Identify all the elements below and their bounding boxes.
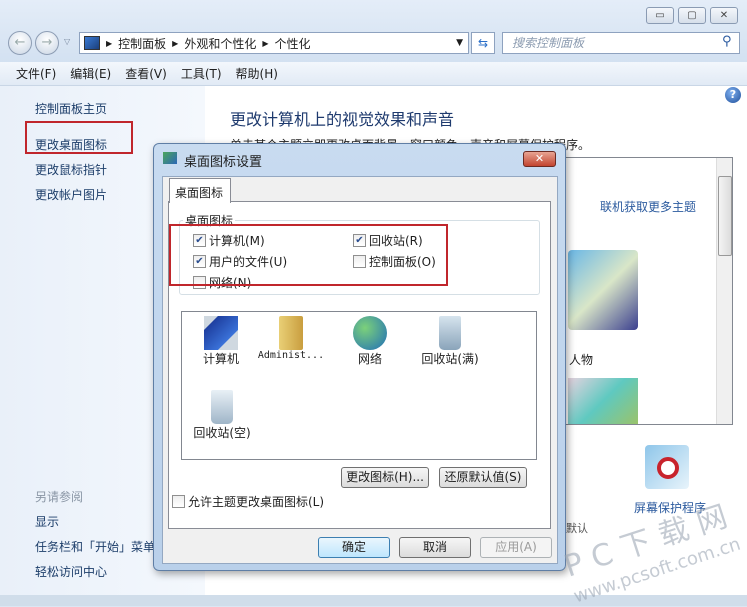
checkbox[interactable] <box>172 495 185 508</box>
address-bar[interactable]: ▶ 控制面板 ▶ 外观和个性化 ▶ 个性化 ▼ <box>79 32 469 54</box>
window-bottom-border <box>0 595 747 606</box>
sidebar-item-home[interactable]: 控制面板主页 <box>35 100 107 117</box>
highlight-box <box>25 121 133 154</box>
user-folder-icon <box>279 316 303 350</box>
screensaver-icon[interactable] <box>645 445 689 489</box>
sidebar-item-mouse-pointer[interactable]: 更改鼠标指针 <box>35 161 107 178</box>
icon-item-recycle-empty[interactable]: 回收站(空) <box>182 390 262 441</box>
chevron-right-icon: ▶ <box>262 38 269 48</box>
chevron-right-icon: ▶ <box>106 38 113 48</box>
checkbox-allow-themes[interactable]: 允许主题更改桌面图标(L) <box>172 493 324 510</box>
menu-view[interactable]: 查看(V) <box>125 65 167 82</box>
icon-label: 计算机 <box>202 352 239 366</box>
maximize-button[interactable]: ▢ <box>678 7 706 24</box>
ok-button[interactable]: 确定 <box>318 537 390 558</box>
desktop-icon-settings-dialog: 桌面图标设置 ✕ 桌面图标 ✔ 计算机(M) ✔ 回收站(R) ✔ 用户的文件(U) … <box>153 143 566 571</box>
menu-edit[interactable]: 编辑(E) <box>70 65 111 82</box>
checkbox-label: 允许主题更改桌面图标(L) <box>188 495 325 509</box>
recycle-bin-full-icon <box>439 316 461 350</box>
theme-thumbnail[interactable] <box>568 250 638 330</box>
change-icon-button[interactable]: 更改图标(H)... <box>341 467 429 488</box>
default-text: 默认 <box>566 522 588 535</box>
icon-item-recycle-full[interactable]: 回收站(满) <box>410 316 490 367</box>
tab-panel: 桌面图标 ✔ 计算机(M) ✔ 回收站(R) ✔ 用户的文件(U) 控制面板(O) 网… <box>168 201 551 529</box>
control-panel-icon <box>84 36 100 50</box>
theme-thumbnail[interactable] <box>568 378 638 424</box>
highlight-box <box>169 224 448 286</box>
breadcrumb-item[interactable]: 控制面板 <box>118 35 166 52</box>
see-also-title: 另请参阅 <box>35 490 84 504</box>
computer-icon <box>204 316 238 350</box>
breadcrumb-item[interactable]: 外观和个性化 <box>184 35 256 52</box>
see-also-taskbar[interactable]: 任务栏和「开始」菜单 <box>35 538 155 555</box>
icon-label: Administ... <box>257 350 325 361</box>
menu-tools[interactable]: 工具(T) <box>181 65 222 82</box>
recycle-bin-empty-icon <box>211 390 233 424</box>
icon-list[interactable]: 计算机 Administ... 网络 回收站(满) 回收站(空) <box>181 311 537 460</box>
icon-label: 回收站(满) <box>421 352 479 366</box>
minimize-button[interactable]: ▭ <box>646 7 674 24</box>
icon-item-computer[interactable]: 计算机 <box>186 316 256 367</box>
dialog-close-button[interactable]: ✕ <box>523 151 556 167</box>
menu-file[interactable]: 文件(F) <box>16 65 56 82</box>
menu-help[interactable]: 帮助(H) <box>236 65 278 82</box>
see-also-display[interactable]: 显示 <box>35 513 59 530</box>
icon-label: 回收站(空) <box>193 426 251 440</box>
network-icon <box>353 316 387 350</box>
scrollbar[interactable] <box>716 158 732 424</box>
see-also-ease-of-access[interactable]: 轻松访问中心 <box>35 563 107 580</box>
forward-button[interactable]: → <box>35 31 59 55</box>
page-title: 更改计算机上的视觉效果和声音 <box>230 110 455 129</box>
search-input[interactable]: 搜索控制面板 <box>502 32 740 54</box>
cancel-button[interactable]: 取消 <box>399 537 471 558</box>
tab-desktop-icons[interactable]: 桌面图标 <box>169 178 231 203</box>
close-button[interactable]: ✕ <box>710 7 738 24</box>
online-themes-link[interactable]: 联机获取更多主题 <box>600 198 696 215</box>
restore-default-button[interactable]: 还原默认值(S) <box>439 467 527 488</box>
dialog-app-icon <box>163 152 177 164</box>
icon-item-network[interactable]: 网络 <box>335 316 405 367</box>
apply-button[interactable]: 应用(A) <box>480 537 552 558</box>
dialog-title: 桌面图标设置 <box>184 155 263 170</box>
search-icon[interactable]: ⚲ <box>722 34 732 49</box>
chevron-right-icon: ▶ <box>172 38 179 48</box>
sidebar-item-account-picture[interactable]: 更改帐户图片 <box>35 186 107 203</box>
refresh-icon[interactable]: ⇆ <box>471 32 495 54</box>
theme-list[interactable]: 联机获取更多主题 人物 <box>565 157 733 425</box>
help-icon[interactable]: ? <box>725 87 741 103</box>
icon-item-user[interactable]: Administ... <box>256 316 326 361</box>
dialog-body: 桌面图标 ✔ 计算机(M) ✔ 回收站(R) ✔ 用户的文件(U) 控制面板(O) 网… <box>162 176 558 564</box>
address-dropdown-icon[interactable]: ▼ <box>456 38 463 48</box>
breadcrumb-item[interactable]: 个性化 <box>275 35 311 52</box>
theme-label: 人物 <box>569 353 594 367</box>
icon-label: 网络 <box>357 352 382 366</box>
scrollbar-thumb[interactable] <box>718 176 732 256</box>
back-button[interactable]: ← <box>8 31 32 55</box>
menu-bar: 文件(F) 编辑(E) 查看(V) 工具(T) 帮助(H) <box>0 62 747 86</box>
recent-pages-dropdown[interactable]: ▽ <box>64 37 70 46</box>
